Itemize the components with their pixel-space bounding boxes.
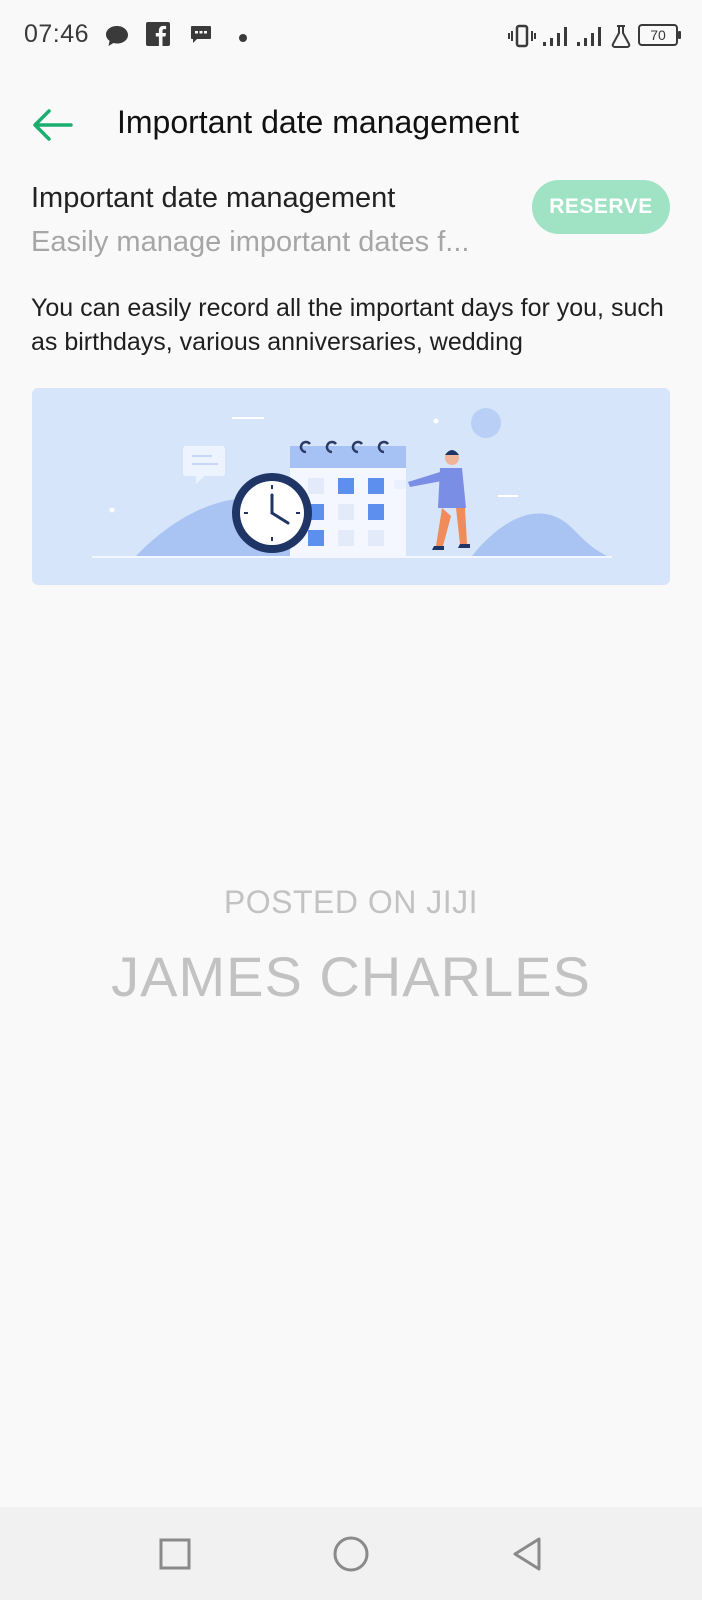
- feature-illustration: [32, 388, 670, 585]
- watermark-posted-on: POSTED ON JIJI: [223, 884, 479, 920]
- dot-icon: [238, 30, 248, 48]
- app-header: Important date management: [0, 90, 702, 162]
- page-title: Important date management: [117, 104, 520, 140]
- home-button[interactable]: [326, 1529, 376, 1579]
- vibrate-icon: [508, 24, 536, 53]
- nav-back-button[interactable]: [502, 1529, 552, 1579]
- lab-flask-icon: [610, 24, 632, 53]
- status-bar: 07:46 70: [0, 0, 702, 72]
- message-icon: [190, 25, 212, 50]
- system-nav-bar: [0, 1507, 702, 1600]
- feature-description: You can easily record all the important …: [31, 294, 664, 356]
- arrow-left-icon: [33, 109, 73, 141]
- chat-bubble-icon: [104, 24, 130, 53]
- home-circle-icon: [333, 1536, 369, 1572]
- calendar-illustration-icon: [92, 408, 612, 558]
- back-button[interactable]: [30, 102, 76, 148]
- feature-subtitle: Easily manage important dates f...: [31, 226, 470, 258]
- facebook-icon: [146, 22, 170, 51]
- recents-square-icon: [159, 1538, 191, 1570]
- watermark-author: JAMES CHARLES: [111, 945, 591, 1008]
- signal-icon: [576, 24, 604, 53]
- feature-title: Important date management: [31, 182, 396, 214]
- signal-icon: [542, 24, 570, 53]
- battery-indicator: 70: [638, 24, 681, 46]
- status-time: 07:46: [24, 20, 90, 48]
- recents-button[interactable]: [150, 1529, 200, 1579]
- reserve-button[interactable]: RESERVE: [532, 180, 670, 234]
- back-triangle-icon: [513, 1537, 541, 1571]
